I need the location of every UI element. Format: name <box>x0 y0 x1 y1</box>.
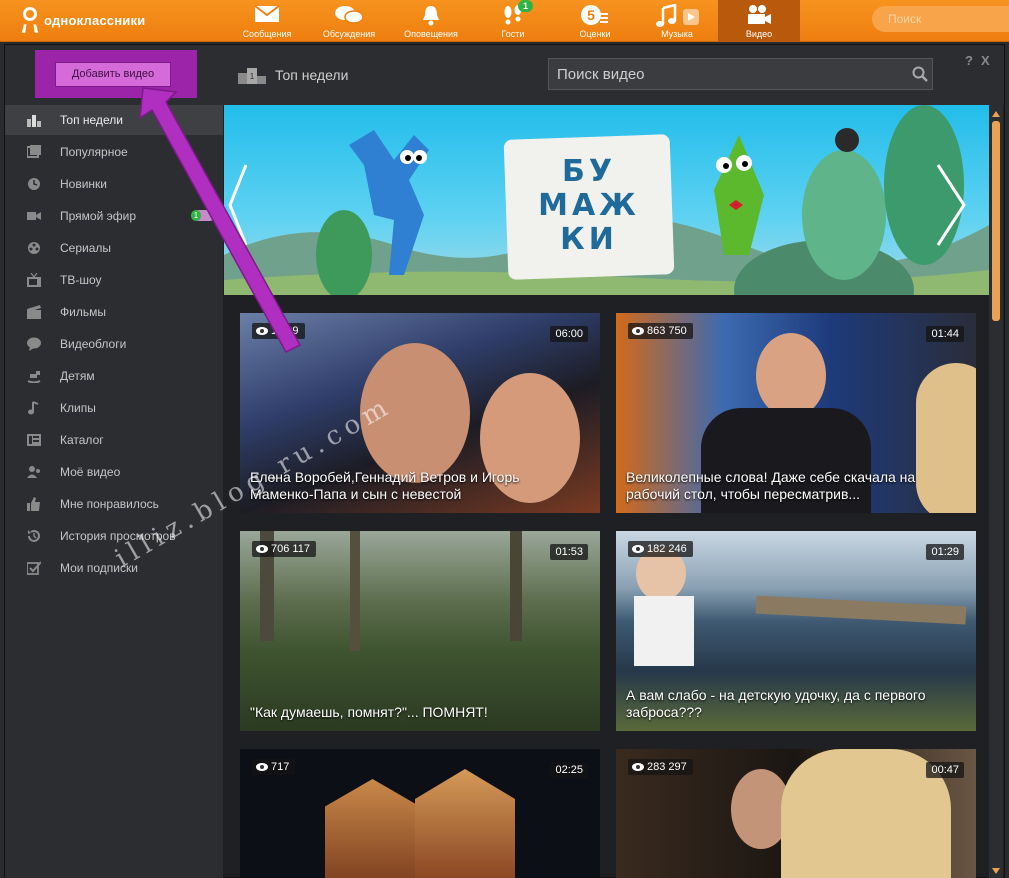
video-card[interactable]: 706 117 01:53 "Как думаешь, помнят?"... … <box>240 531 600 731</box>
nav-video[interactable]: Видео <box>718 0 800 42</box>
view-count: 706 117 <box>252 541 316 557</box>
scroll-up-arrow-icon[interactable] <box>992 111 1000 117</box>
main-nav: Сообщения Обсуждения Оповещения 1 Гости … <box>226 0 800 42</box>
video-sidebar: Топ недели Популярное Новинки Прямой эфи… <box>5 105 223 878</box>
sidebar-item-tv-show[interactable]: ТВ-шоу <box>5 265 223 295</box>
video-card[interactable]: 283 297 00:47 <box>616 749 976 878</box>
site-logo[interactable]: одноклассники <box>20 6 145 34</box>
sidebar-item-top-week[interactable]: Топ недели <box>5 105 223 135</box>
speech-bubble-icon <box>27 337 41 351</box>
podium-icon: 1 <box>238 68 266 84</box>
search-icon[interactable] <box>912 66 928 82</box>
bell-icon <box>423 6 439 26</box>
scroll-thumb[interactable] <box>992 121 1000 321</box>
svg-text:5: 5 <box>587 7 595 23</box>
nav-messages[interactable]: Сообщения <box>226 0 308 42</box>
video-thumbnail <box>240 531 600 731</box>
nav-discussions[interactable]: Обсуждения <box>308 0 390 42</box>
film-stack-icon <box>27 145 41 158</box>
video-duration: 01:53 <box>550 544 588 560</box>
envelope-icon <box>254 5 280 22</box>
view-count: 182 246 <box>628 541 693 557</box>
rocking-horse-icon <box>27 371 41 383</box>
video-card[interactable]: 1 309 06:00 Елена Воробей,Геннадий Ветро… <box>240 313 600 513</box>
sidebar-item-my-video[interactable]: Моё видео <box>5 457 223 487</box>
video-duration: 01:29 <box>926 544 964 560</box>
video-duration: 01:44 <box>926 326 964 342</box>
clapperboard-icon <box>27 305 41 319</box>
sidebar-item-history[interactable]: История просмотров <box>5 521 223 551</box>
video-card[interactable]: 182 246 01:29 А вам слабо - на детскую у… <box>616 531 976 731</box>
video-title[interactable]: Великолепные слова! Даже себе скачала на… <box>626 469 946 503</box>
video-title[interactable]: "Как думаешь, помнят?"... ПОМНЯТ! <box>250 704 570 721</box>
eye-icon <box>632 327 644 335</box>
eye-icon <box>256 327 268 335</box>
eye-icon <box>632 545 644 553</box>
video-duration: 02:25 <box>550 762 588 778</box>
sidebar-item-live[interactable]: Прямой эфир 1 <box>5 201 223 231</box>
rating-icon: 5 <box>581 5 608 25</box>
nav-ratings[interactable]: 5 Оценки <box>554 0 636 42</box>
view-count: 283 297 <box>628 759 693 775</box>
view-count: 717 <box>252 759 296 775</box>
banner-prev-arrow[interactable] <box>224 155 264 255</box>
video-card[interactable]: 717 02:25 <box>240 749 600 878</box>
video-camera-icon <box>748 5 771 24</box>
logo-text: одноклассники <box>44 12 146 28</box>
sidebar-item-vlogs[interactable]: Видеоблоги <box>5 329 223 359</box>
user-icon <box>27 466 40 478</box>
sidebar-item-kids[interactable]: Детям <box>5 361 223 391</box>
video-title[interactable]: А вам слабо - на детскую удочку, да с пе… <box>626 687 946 721</box>
nav-notifications[interactable]: Оповещения <box>390 0 472 42</box>
tv-icon <box>27 273 41 287</box>
view-count: 863 750 <box>628 323 693 339</box>
video-duration: 00:47 <box>926 762 964 778</box>
video-title[interactable]: Елена Воробей,Геннадий Ветров и Игорь Ма… <box>250 469 570 503</box>
video-search-input[interactable] <box>548 58 933 90</box>
eye-icon <box>632 763 644 771</box>
camera-icon <box>27 212 41 220</box>
sidebar-item-liked[interactable]: Мне понравилось <box>5 489 223 519</box>
nav-guests[interactable]: 1 Гости <box>472 0 554 42</box>
guests-count-badge: 1 <box>518 0 534 12</box>
sidebar-item-clips[interactable]: Клипы <box>5 393 223 423</box>
view-count: 1 309 <box>252 323 305 339</box>
eye-icon <box>256 763 268 771</box>
sidebar-item-series[interactable]: Сериалы <box>5 233 223 263</box>
podium-icon <box>27 115 41 127</box>
sidebar-item-films[interactable]: Фильмы <box>5 297 223 327</box>
odnoklassniki-logo-icon <box>20 6 40 34</box>
scroll-down-arrow-icon[interactable] <box>992 868 1000 874</box>
sidebar-item-catalog[interactable]: Каталог <box>5 425 223 455</box>
film-reel-icon <box>28 242 40 254</box>
sidebar-item-popular[interactable]: Популярное <box>5 137 223 167</box>
banner-next-arrow[interactable] <box>949 155 989 255</box>
page-title: 1 Топ недели <box>237 62 348 88</box>
music-note-icon <box>656 4 699 27</box>
subscriptions-icon <box>27 561 41 575</box>
thumbs-up-icon <box>27 497 40 511</box>
top-navbar: одноклассники Сообщения Обсуждения Опове… <box>0 0 1009 42</box>
sidebar-item-new[interactable]: Новинки <box>5 169 223 199</box>
sidebar-item-subscriptions[interactable]: Мои подписки <box>5 553 223 583</box>
global-search-input[interactable]: Поиск <box>872 6 1009 32</box>
catalog-icon <box>27 434 41 446</box>
close-button[interactable]: X <box>981 53 990 68</box>
music-note-icon <box>28 401 39 415</box>
main-scrollbar[interactable] <box>989 105 1003 878</box>
svg-text:1: 1 <box>250 72 255 81</box>
history-icon <box>28 530 40 542</box>
video-card[interactable]: 863 750 01:44 Великолепные слова! Даже с… <box>616 313 976 513</box>
nav-music[interactable]: Музыка <box>636 0 718 42</box>
chat-bubbles-icon <box>335 6 364 24</box>
clock-icon <box>28 178 40 190</box>
help-button[interactable]: ? <box>965 53 973 68</box>
live-badge: 1 <box>191 210 215 221</box>
promo-banner[interactable]: БУ МАЖ КИ <box>224 105 989 295</box>
video-duration: 06:00 <box>550 326 588 342</box>
banner-title: БУ МАЖ КИ <box>538 154 640 257</box>
add-video-button[interactable]: Добавить видео <box>55 62 171 87</box>
eye-icon <box>256 545 268 553</box>
